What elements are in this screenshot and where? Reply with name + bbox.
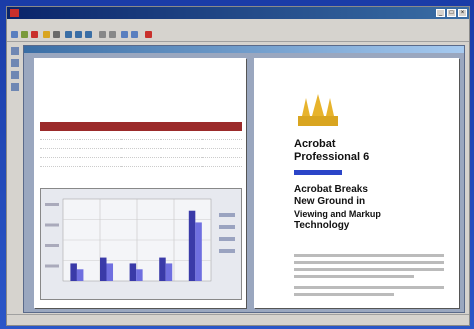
y-tick-label (45, 203, 59, 206)
table-cell (120, 157, 162, 167)
table-cell (161, 131, 202, 140)
close-button[interactable]: × (458, 9, 467, 17)
bookmarks-tab-icon[interactable] (11, 47, 19, 55)
legend-entry (219, 237, 235, 241)
open-icon[interactable] (11, 31, 18, 38)
table-header (80, 122, 121, 131)
table-row (40, 157, 242, 167)
print-icon[interactable] (31, 31, 38, 38)
table-cell (40, 157, 81, 167)
feature-heading-line3: Viewing and Markup (294, 209, 381, 219)
comment-icon[interactable] (145, 31, 152, 38)
table-cell (161, 139, 202, 149)
search-icon[interactable] (53, 31, 60, 38)
chart-bar (100, 257, 107, 281)
embedded-bar-chart (40, 188, 242, 300)
accent-bar (294, 170, 342, 175)
table-cell (120, 139, 162, 149)
zoom-out-icon[interactable] (99, 31, 106, 38)
body-text-line (294, 293, 394, 296)
title-bar: _ □ × (7, 7, 469, 19)
minimize-button[interactable]: _ (436, 9, 445, 17)
app-logo-icon (10, 9, 19, 17)
table-cell (161, 157, 202, 167)
table-cell (201, 139, 242, 149)
table-cell (201, 131, 242, 140)
table-cell (40, 131, 81, 140)
legend-entry (219, 249, 235, 253)
financial-table (40, 122, 242, 167)
pages-tab-icon[interactable] (11, 59, 19, 67)
document-page-left (34, 58, 246, 308)
table-cell (201, 148, 242, 158)
table-cell (201, 157, 242, 167)
zoom-icon[interactable] (85, 31, 92, 38)
table-cell (161, 148, 202, 158)
product-name-line1: Acrobat (294, 138, 336, 150)
feature-heading-line1: Acrobat Breaks (294, 184, 368, 195)
table-cell (80, 139, 121, 149)
chart-canvas (45, 198, 235, 282)
navigation-pane-tabs (9, 43, 21, 313)
hand-tool-icon[interactable] (65, 31, 72, 38)
chart-bar (76, 269, 84, 281)
chart-bar (165, 263, 173, 281)
chart-bar (136, 269, 143, 281)
body-text-line (294, 254, 444, 257)
table-header (161, 122, 202, 131)
y-tick-label (45, 264, 59, 268)
select-text-icon[interactable] (75, 31, 82, 38)
brand-logo-icon (298, 94, 338, 126)
chart-bar (129, 263, 137, 281)
document-window: Acrobat Professional 6 Acrobat Breaks Ne… (23, 45, 465, 313)
table-row (40, 131, 242, 140)
fit-page-icon[interactable] (121, 31, 128, 38)
table-cell (40, 148, 81, 158)
chart-bar (106, 263, 114, 281)
maximize-button[interactable]: □ (447, 9, 456, 17)
feature-heading-line4: Technology (294, 220, 350, 231)
application-window: _ □ × Acrobat Professional 6 Acrobat Bre… (6, 6, 470, 326)
chart-bar (70, 263, 77, 281)
save-icon[interactable] (21, 31, 28, 38)
chart-bar (188, 210, 196, 281)
table-header (40, 122, 81, 131)
body-text-line (294, 275, 414, 278)
table-cell (80, 157, 121, 167)
y-tick-label (45, 223, 59, 227)
body-text-line (294, 261, 444, 264)
chart-bar (159, 257, 166, 281)
email-icon[interactable] (43, 31, 50, 38)
legend-entry (219, 225, 235, 229)
table-cell (40, 139, 81, 149)
layers-tab-icon[interactable] (11, 83, 19, 91)
document-title-bar (24, 46, 464, 53)
status-bar (7, 314, 469, 325)
y-tick-label (45, 244, 59, 247)
table-row (40, 139, 242, 149)
menu-bar (7, 19, 469, 29)
table-cell (120, 148, 162, 158)
comments-tab-icon[interactable] (11, 71, 19, 79)
feature-heading-line2: New Ground in (294, 196, 366, 207)
fit-width-icon[interactable] (131, 31, 138, 38)
chart-bar (195, 222, 202, 281)
table-row (40, 148, 242, 158)
document-page-right: Acrobat Professional 6 Acrobat Breaks Ne… (254, 58, 459, 308)
body-text-line (294, 286, 444, 289)
table-cell (80, 131, 121, 140)
table-header (120, 122, 162, 131)
zoom-in-icon[interactable] (109, 31, 116, 38)
product-name-line2: Professional 6 (294, 151, 370, 163)
legend-entry (219, 213, 235, 217)
table-header (201, 122, 242, 131)
table-cell (120, 131, 162, 140)
toolbar (7, 29, 469, 42)
body-text-line (294, 268, 444, 271)
table-cell (80, 148, 121, 158)
